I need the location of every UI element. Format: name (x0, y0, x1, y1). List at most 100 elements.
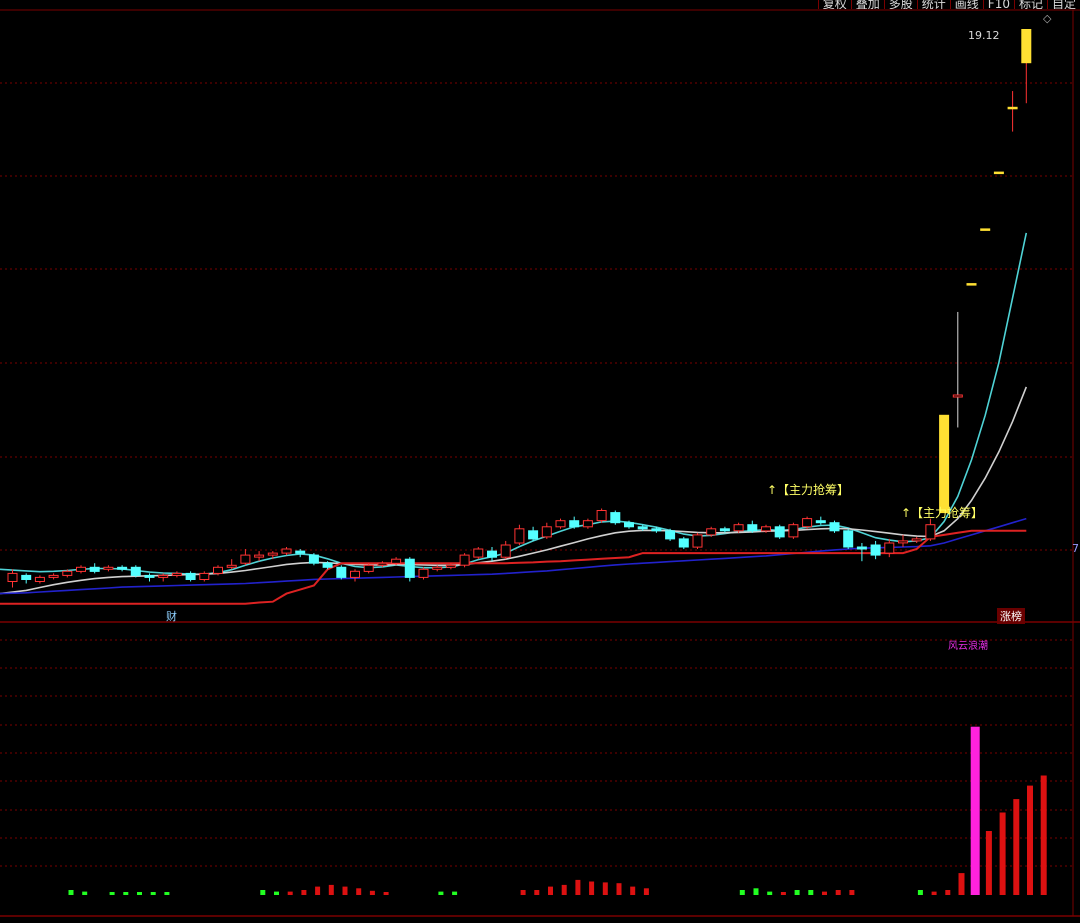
candle-body (459, 554, 470, 566)
volume-bar (164, 892, 170, 895)
volume-bar (369, 890, 375, 895)
candle-body (610, 512, 621, 524)
candle-body (281, 548, 292, 554)
toolbar-draw-line-button[interactable]: 画线 (949, 0, 983, 9)
candle-body (665, 530, 676, 540)
marker-cai[interactable]: 财 (166, 608, 177, 624)
candle-body (637, 526, 648, 530)
candle-body (925, 524, 936, 540)
candle-body (500, 544, 511, 558)
candle-body (103, 566, 114, 570)
candle-body (171, 572, 182, 576)
candle-body (514, 528, 525, 544)
toolbar-custom-button[interactable]: 自定 (1046, 0, 1080, 9)
candle-body (829, 522, 840, 532)
candle-body (569, 520, 580, 528)
volume-bar (931, 891, 937, 895)
candle-body (295, 550, 306, 554)
candle-body (89, 566, 100, 572)
volume-bar (835, 890, 841, 895)
volume-bar (985, 831, 992, 895)
candle-body (336, 566, 347, 578)
candle-body (213, 566, 223, 574)
candle-body (1021, 29, 1032, 64)
candle-body (185, 572, 196, 581)
candle-body (350, 570, 360, 578)
toolbar-overlay-button[interactable]: 叠加 (850, 0, 884, 9)
price-high-label: 19.12 (968, 29, 1000, 42)
candle-body (528, 530, 539, 540)
volume-bar (1027, 785, 1033, 895)
volume-bar (534, 890, 540, 895)
candle-body (62, 570, 73, 576)
indicator-name-label: 风云浪潮 (948, 641, 988, 652)
grid-layer (0, 9, 1080, 917)
candle-body (966, 283, 977, 286)
candle-body (774, 526, 785, 538)
toolbar-f10-button[interactable]: F10 (982, 0, 1014, 9)
signal-label-main-force-2: ↑【主力抢筹】 (901, 506, 984, 520)
candle-body (815, 520, 826, 524)
candle-body (870, 544, 881, 556)
candle-body (48, 574, 59, 578)
signal-label-main-force-1: ↑【主力抢筹】 (767, 483, 850, 497)
volume-bar (123, 892, 129, 895)
volume-bar (68, 890, 74, 895)
volume-bar (1013, 799, 1020, 895)
toolbar-multi-stock-button[interactable]: 多股 (883, 0, 917, 9)
volume-bar (356, 888, 362, 895)
candle-body (582, 520, 593, 528)
candle-body (678, 538, 689, 548)
candle-body (158, 574, 169, 578)
candle-body (898, 540, 908, 544)
volume-bar (1040, 775, 1047, 895)
marker-zhang-bang[interactable]: 涨榜 (997, 608, 1025, 624)
volume-bar (794, 890, 800, 895)
candle-body (117, 566, 128, 570)
candle-body (952, 394, 963, 398)
candle-body (445, 564, 456, 568)
candle-body (76, 566, 86, 572)
candle-body (7, 572, 18, 583)
volume-bar (780, 892, 786, 895)
candle-body (34, 576, 45, 583)
volume-bar (970, 726, 980, 895)
candle-body (363, 564, 374, 572)
candle-body (761, 526, 771, 532)
candle-body (706, 528, 717, 536)
volume-bar (342, 886, 348, 895)
candle-body (651, 528, 662, 532)
candle-body (911, 538, 922, 542)
volume-bar (753, 888, 759, 895)
volume-bar (260, 890, 266, 895)
volume-bar (150, 892, 156, 895)
volume-bar (849, 890, 855, 895)
candle-body (144, 574, 155, 578)
candle-body (21, 574, 32, 581)
candle-body (432, 566, 443, 570)
diamond-icon[interactable]: ◇ (1043, 12, 1051, 25)
candle-body (802, 518, 813, 528)
candle-body (856, 546, 867, 550)
volume-bar (109, 892, 115, 895)
toolbar-mark-button[interactable]: 标记 (1013, 0, 1047, 9)
volume-bar (137, 892, 142, 895)
volume-bar (301, 890, 307, 895)
volume-bar (808, 890, 814, 895)
candle-body (788, 524, 799, 538)
candle-body (240, 554, 251, 564)
volume-bar (575, 879, 581, 895)
candles-layer (7, 29, 1032, 588)
candle-body (555, 520, 566, 528)
ma-long-line (0, 517, 1027, 595)
toolbar-restore-rights-button[interactable]: 复权 (817, 0, 851, 9)
volume-bar (438, 891, 444, 895)
chart-stage[interactable]: 复权 叠加 多股 统计 画线 F10 标记 自定 ◇ 19.12 ↑【主力抢筹】… (0, 0, 1080, 919)
candle-body (199, 572, 210, 581)
toolbar-statistics-button[interactable]: 统计 (916, 0, 950, 9)
chart-canvas[interactable] (0, 0, 1080, 919)
support-line (0, 529, 1027, 605)
candle-body (418, 568, 429, 578)
candle-body (1007, 106, 1018, 110)
volume-bar (328, 884, 334, 895)
